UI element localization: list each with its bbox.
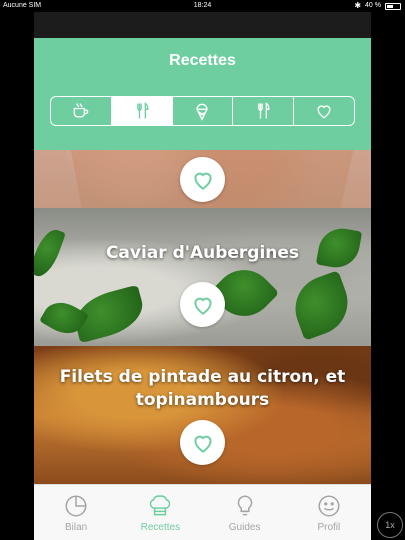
status-right: ✱ 40 % bbox=[354, 0, 401, 12]
segment-starters[interactable] bbox=[233, 97, 295, 125]
page-title: Recettes bbox=[169, 52, 236, 69]
tab-bilan[interactable]: Bilan bbox=[34, 485, 118, 540]
tab-label: Bilan bbox=[65, 522, 88, 533]
battery-icon bbox=[385, 2, 401, 10]
segment-desserts[interactable] bbox=[173, 97, 234, 125]
heart-icon bbox=[193, 435, 212, 453]
tab-guides[interactable]: Guides bbox=[203, 485, 287, 540]
recipe-list[interactable]: Caviar d'Aubergines Filets de pintade au… bbox=[34, 150, 371, 484]
heart-icon bbox=[193, 297, 212, 315]
smiley-icon bbox=[318, 495, 340, 517]
tab-label: Guides bbox=[228, 522, 261, 533]
recipe-card[interactable]: Filets de pintade au citron, et topinamb… bbox=[34, 346, 371, 484]
category-segmented-control bbox=[50, 96, 355, 126]
battery-percent: 40 % bbox=[365, 2, 381, 9]
zoom-button[interactable]: 1x bbox=[377, 512, 403, 538]
tab-recettes[interactable]: Recettes bbox=[118, 485, 202, 540]
app-window: Recettes Caviar d'Aubergines Filets de p… bbox=[34, 12, 371, 540]
header: Recettes bbox=[34, 38, 371, 150]
recipe-title: Caviar d'Aubergines bbox=[105, 243, 300, 263]
ice-cream-icon bbox=[196, 103, 209, 121]
tab-profil[interactable]: Profil bbox=[287, 485, 371, 540]
favorite-button[interactable] bbox=[180, 420, 225, 465]
heart-icon bbox=[193, 172, 212, 190]
tab-label: Profil bbox=[317, 522, 341, 533]
battery-fill bbox=[387, 4, 393, 8]
pie-chart-icon bbox=[65, 495, 87, 517]
recipe-title: Filets de pintade au citron, et topinamb… bbox=[59, 367, 346, 410]
nav-bar-background bbox=[34, 12, 371, 38]
segment-drinks[interactable] bbox=[51, 97, 112, 125]
tab-label: Recettes bbox=[140, 522, 181, 533]
segment-main-dishes[interactable] bbox=[111, 97, 173, 125]
fork-knife-icon bbox=[258, 102, 270, 119]
fork-knife-icon bbox=[136, 102, 149, 119]
lightbulb-icon bbox=[237, 495, 252, 516]
coffee-cup-icon bbox=[73, 103, 89, 118]
heart-icon bbox=[317, 105, 331, 119]
status-bar: Aucune SIM 18:24 ✱ 40 % bbox=[0, 0, 405, 12]
favorite-button[interactable] bbox=[180, 157, 225, 202]
favorite-button[interactable] bbox=[180, 282, 225, 327]
chef-hat-icon bbox=[150, 495, 171, 516]
tab-bar: Bilan Recettes Guides Profil bbox=[34, 484, 371, 540]
clock: 18:24 bbox=[193, 2, 212, 9]
recipe-card[interactable]: Caviar d'Aubergines bbox=[34, 208, 371, 346]
recipe-card[interactable] bbox=[34, 150, 371, 208]
segment-favorites[interactable] bbox=[294, 97, 354, 125]
bluetooth-icon: ✱ bbox=[354, 1, 362, 10]
